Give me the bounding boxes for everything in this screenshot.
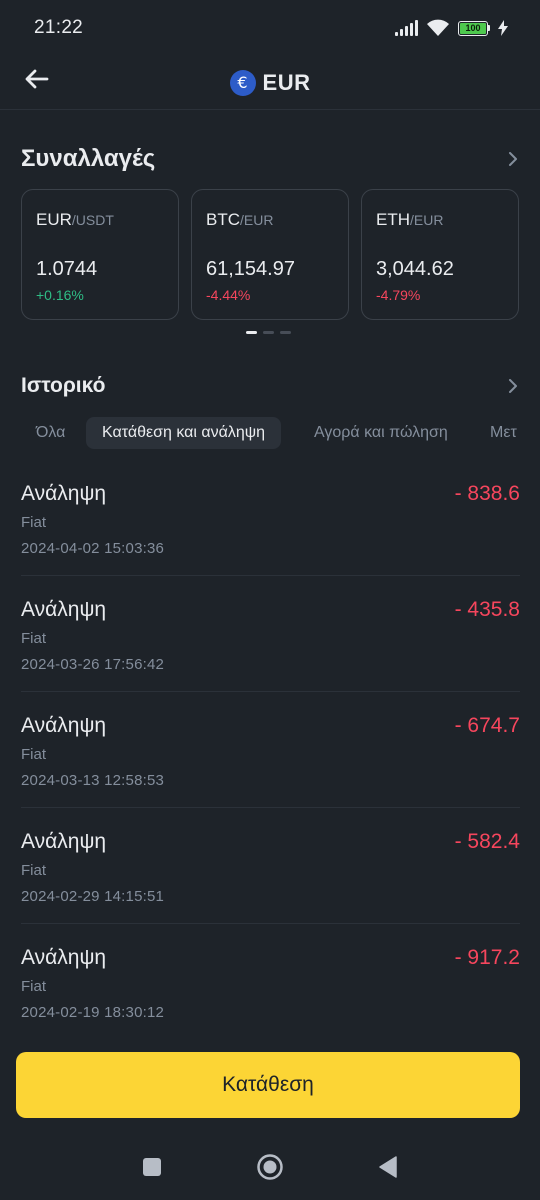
chevron-right-icon [506, 379, 520, 393]
back-nav-button[interactable] [373, 1152, 403, 1182]
triangle-back-icon [379, 1156, 397, 1178]
transaction-type: Ανάληψη [21, 714, 107, 737]
pagination-dot [280, 331, 291, 334]
transaction-amount: - 838.6 [454, 482, 520, 505]
pagination-dot [263, 331, 274, 334]
chevron-right-icon [506, 152, 520, 166]
transaction-amount: - 674.7 [454, 714, 520, 737]
tab-more[interactable]: Μετ [490, 417, 517, 449]
status-time: 21:22 [34, 17, 84, 38]
transaction-category: Fiat [21, 514, 47, 531]
transaction-type: Ανάληψη [21, 482, 107, 505]
back-button[interactable] [22, 64, 52, 94]
charging-icon [498, 20, 508, 36]
deposit-button[interactable]: Κατάθεση [16, 1052, 520, 1118]
list-item[interactable]: Ανάληψη - 838.6 Fiat 2024-04-02 15:03:36 [21, 460, 520, 576]
market-card-btc-eur[interactable]: BTC/EUR 61,154.97 -4.44% [191, 189, 349, 320]
transaction-datetime: 2024-04-02 15:03:36 [21, 540, 165, 557]
transaction-amount: - 917.2 [454, 946, 520, 969]
transaction-category: Fiat [21, 746, 47, 763]
pair-price: 3,044.62 [376, 258, 454, 280]
list-item[interactable]: Ανάληψη - 674.7 Fiat 2024-03-13 12:58:53 [21, 692, 520, 808]
transaction-category: Fiat [21, 978, 47, 995]
market-card-eur-usdt[interactable]: EUR/USDT 1.0744 +0.16% [21, 189, 179, 320]
app-header: € EUR [0, 56, 540, 110]
euro-currency-icon: € [229, 69, 256, 96]
carousel-pagination [246, 331, 291, 334]
transaction-datetime: 2024-03-13 12:58:53 [21, 772, 165, 789]
tab-buy-sell[interactable]: Αγορά και πώληση [314, 417, 448, 449]
home-circle-icon [257, 1154, 283, 1180]
transaction-amount: - 435.8 [454, 598, 520, 621]
square-icon [143, 1158, 161, 1176]
history-section-header[interactable]: Ιστορικό [21, 368, 520, 404]
pair-quote: /USDT [71, 212, 114, 228]
pair-base: BTC [206, 210, 240, 229]
history-tabs: Όλα Κατάθεση και ανάληψη Αγορά και πώλησ… [0, 417, 540, 449]
pair-quote: /EUR [410, 212, 444, 228]
transaction-type: Ανάληψη [21, 830, 107, 853]
battery-icon: 100 [458, 20, 490, 36]
status-bar: 21:22 100 [0, 0, 540, 56]
pair-quote: /EUR [240, 212, 274, 228]
list-item[interactable]: Ανάληψη - 917.2 Fiat 2024-02-19 18:30:12 [21, 924, 520, 1040]
pagination-dot [246, 331, 257, 334]
transaction-type: Ανάληψη [21, 598, 107, 621]
pair-change: +0.16% [36, 287, 84, 303]
home-button[interactable] [255, 1152, 285, 1182]
arrow-left-icon [25, 69, 49, 89]
pair-change: -4.44% [206, 287, 251, 303]
battery-level: 100 [460, 22, 486, 34]
trades-section-header[interactable]: Συναλλαγές [21, 140, 520, 178]
system-nav-bar [0, 1138, 540, 1200]
transaction-category: Fiat [21, 630, 47, 647]
history-title: Ιστορικό [21, 374, 106, 397]
trades-title: Συναλλαγές [21, 145, 156, 172]
signal-icon [395, 20, 418, 36]
transaction-category: Fiat [21, 862, 47, 879]
page-title-group: € EUR [229, 69, 311, 96]
page-title: EUR [262, 69, 311, 95]
pair-price: 1.0744 [36, 258, 98, 280]
tab-deposit-withdraw[interactable]: Κατάθεση και ανάληψη [86, 417, 282, 449]
pair-change: -4.79% [376, 287, 421, 303]
transaction-list: Ανάληψη - 838.6 Fiat 2024-04-02 15:03:36… [21, 460, 520, 1040]
status-icons: 100 [395, 19, 508, 37]
transaction-amount: - 582.4 [454, 830, 520, 853]
transaction-datetime: 2024-02-29 14:15:51 [21, 888, 165, 905]
transaction-datetime: 2024-02-19 18:30:12 [21, 1004, 165, 1021]
pair-base: ETH [376, 210, 410, 229]
recents-button[interactable] [137, 1152, 167, 1182]
wifi-icon [427, 19, 449, 36]
market-card-eth-eur[interactable]: ETH/EUR 3,044.62 -4.79% [361, 189, 519, 320]
pair-price: 61,154.97 [206, 258, 295, 280]
list-item[interactable]: Ανάληψη - 435.8 Fiat 2024-03-26 17:56:42 [21, 576, 520, 692]
transaction-datetime: 2024-03-26 17:56:42 [21, 656, 165, 673]
list-item[interactable]: Ανάληψη - 582.4 Fiat 2024-02-29 14:15:51 [21, 808, 520, 924]
pair-base: EUR [36, 210, 72, 229]
tab-all[interactable]: Όλα [36, 417, 65, 449]
transaction-type: Ανάληψη [21, 946, 107, 969]
market-cards: EUR/USDT 1.0744 +0.16% BTC/EUR 61,154.97… [21, 189, 519, 320]
